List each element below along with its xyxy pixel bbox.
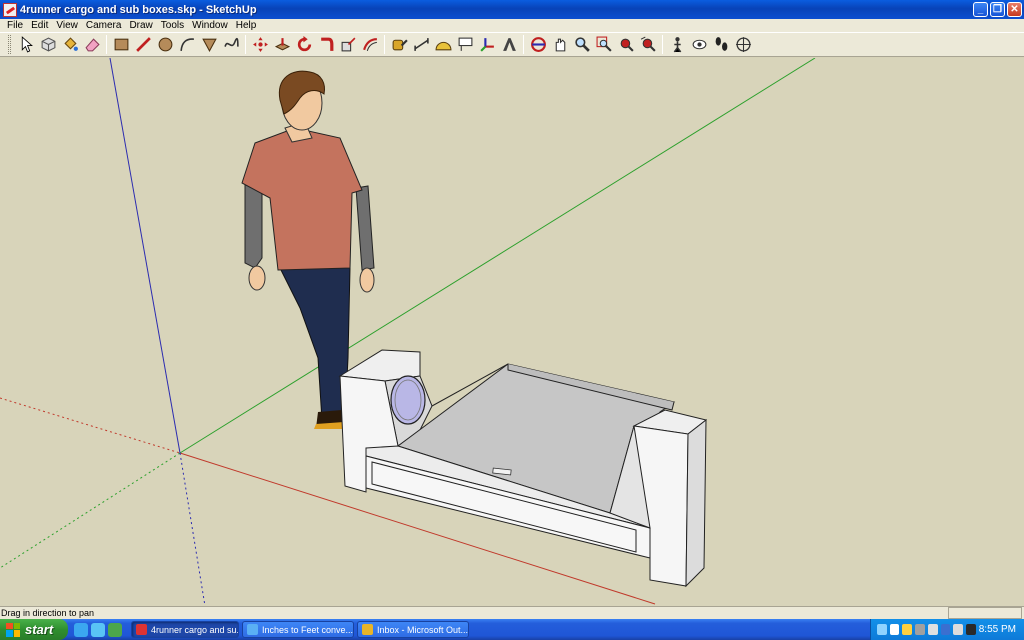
position-camera-icon[interactable] (667, 35, 687, 55)
axes-icon[interactable] (477, 35, 497, 55)
browser-icon (247, 624, 258, 635)
section-plane-icon[interactable] (733, 35, 753, 55)
protractor-icon[interactable] (433, 35, 453, 55)
tray-clock-icon[interactable] (927, 624, 938, 635)
orbit-icon[interactable] (528, 35, 548, 55)
menu-view[interactable]: View (52, 20, 82, 31)
sketchup-icon (136, 624, 147, 635)
line-icon[interactable] (133, 35, 153, 55)
maximize-button[interactable]: ❐ (990, 2, 1005, 17)
taskbar-item-sketchup[interactable]: 4runner cargo and su... (131, 621, 239, 638)
arc-icon[interactable] (177, 35, 197, 55)
menu-help[interactable]: Help (232, 20, 261, 31)
eraser-icon[interactable] (82, 35, 102, 55)
start-label: start (25, 622, 54, 637)
tape-measure-icon[interactable] (389, 35, 409, 55)
start-button[interactable]: start (0, 619, 68, 640)
outlook-icon (362, 624, 373, 635)
scale-icon[interactable] (338, 35, 358, 55)
toolbar-separator (662, 35, 663, 54)
window-title: 4runner cargo and sub boxes.skp - Sketch… (20, 3, 257, 16)
green-axis-negative (0, 452, 181, 569)
blue-axis (109, 58, 181, 454)
tray-printer-icon[interactable] (915, 624, 925, 635)
move-icon[interactable] (250, 35, 270, 55)
toolbar-separator (106, 35, 107, 54)
system-tray: 8:55 PM (870, 619, 1024, 640)
circle-icon[interactable] (155, 35, 175, 55)
toolbar-separator (523, 35, 524, 54)
offset-icon[interactable] (360, 35, 380, 55)
walk-icon[interactable] (711, 35, 731, 55)
measurements-box[interactable] (948, 607, 1022, 619)
look-around-icon[interactable] (689, 35, 709, 55)
menu-edit[interactable]: Edit (27, 20, 52, 31)
ie-icon[interactable] (91, 622, 105, 637)
menu-bar: File Edit View Camera Draw Tools Window … (0, 19, 1024, 32)
menu-camera[interactable]: Camera (82, 20, 126, 31)
main-toolbar (0, 32, 1024, 57)
rotate-icon[interactable] (294, 35, 314, 55)
zoom-icon[interactable] (572, 35, 592, 55)
rectangle-icon[interactable] (111, 35, 131, 55)
excel-icon[interactable] (108, 622, 122, 637)
previous-view-icon[interactable] (638, 35, 658, 55)
paint-bucket-icon[interactable] (60, 35, 80, 55)
menu-file[interactable]: File (3, 20, 27, 31)
status-message: Drag in direction to pan (1, 608, 95, 618)
tray-network-icon[interactable] (940, 624, 951, 635)
select-icon[interactable] (16, 35, 36, 55)
minimize-button[interactable]: _ (973, 2, 988, 17)
menu-tools[interactable]: Tools (157, 20, 188, 31)
taskbar-item-outlook[interactable]: Inbox - Microsoft Out... (357, 621, 469, 638)
title-bar: 4runner cargo and sub boxes.skp - Sketch… (0, 0, 1024, 19)
taskbar-item-label: Inbox - Microsoft Out... (377, 624, 469, 635)
quick-launch (74, 622, 122, 637)
windows-flag-icon (6, 622, 20, 637)
freehand-icon[interactable] (221, 35, 241, 55)
close-button[interactable]: ✕ (1007, 2, 1022, 17)
drawing-viewport[interactable] (0, 58, 1024, 606)
scene-canvas (0, 58, 816, 606)
taskbar-clock[interactable]: 8:55 PM (979, 624, 1016, 635)
component-icon[interactable] (38, 35, 58, 55)
tray-volume-icon[interactable] (953, 624, 964, 635)
toolbar-separator (384, 35, 385, 54)
pan-icon[interactable] (550, 35, 570, 55)
text-icon[interactable] (455, 35, 475, 55)
windows-taskbar: start 4runner cargo and su... Inches to … (0, 619, 1024, 640)
tray-app-icon[interactable] (966, 624, 976, 635)
zoom-extents-icon[interactable] (616, 35, 636, 55)
3d-text-icon[interactable] (499, 35, 519, 55)
internet-explorer-icon[interactable] (74, 622, 88, 637)
taskbar-item-label: 4runner cargo and su... (151, 624, 239, 635)
toolbar-grip[interactable] (8, 35, 11, 54)
menu-window[interactable]: Window (188, 20, 232, 31)
tray-help-icon[interactable] (902, 624, 913, 635)
polygon-icon[interactable] (199, 35, 219, 55)
menu-draw[interactable]: Draw (125, 20, 156, 31)
toolbar-separator (245, 35, 246, 54)
tray-monitor-icon[interactable] (889, 624, 900, 635)
follow-me-icon[interactable] (316, 35, 336, 55)
push-pull-icon[interactable] (272, 35, 292, 55)
tray-pen-icon[interactable] (877, 624, 887, 635)
status-bar: Drag in direction to pan (0, 606, 1024, 619)
taskbar-item-converter[interactable]: Inches to Feet conve... (242, 621, 354, 638)
zoom-window-icon[interactable] (594, 35, 614, 55)
blue-axis-negative (179, 452, 206, 606)
dimension-icon[interactable] (411, 35, 431, 55)
taskbar-item-label: Inches to Feet conve... (262, 624, 354, 635)
red-axis-negative (0, 397, 181, 454)
sketchup-app-icon[interactable] (3, 2, 17, 17)
